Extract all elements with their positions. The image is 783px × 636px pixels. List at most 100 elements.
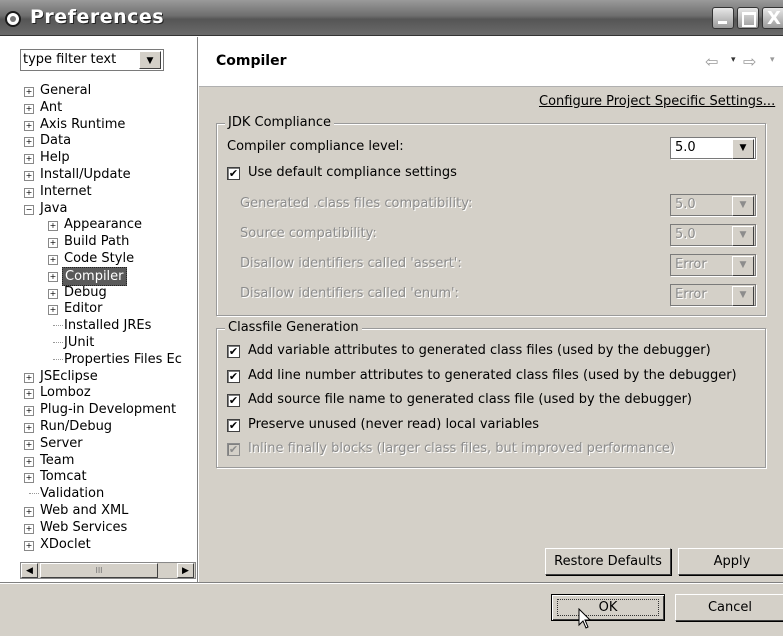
use-default-checkbox[interactable]: ✔ — [227, 167, 240, 180]
restore-defaults-button[interactable]: Restore Defaults — [545, 548, 671, 575]
tree-item-label: Run/Debug — [40, 419, 113, 434]
tree-item-label: Validation — [40, 486, 105, 501]
minimize-button[interactable] — [712, 7, 734, 29]
chevron-down-icon[interactable]: ▼ — [732, 226, 754, 246]
mouse-cursor-icon — [578, 608, 592, 629]
expand-icon[interactable]: + — [48, 238, 58, 248]
apply-button[interactable]: Apply — [678, 548, 783, 575]
jdk-setting-label: Disallow identifiers called 'assert': — [240, 256, 462, 271]
tree-item-label: Web Services — [40, 520, 128, 535]
forward-arrow-icon[interactable]: ⇨ — [743, 52, 756, 71]
classfile-option-checkbox[interactable]: ✔ — [227, 345, 240, 358]
close-icon: X — [767, 8, 781, 29]
classfile-option-label: Add line number attributes to generated … — [248, 368, 737, 383]
configure-project-settings-link[interactable]: Configure Project Specific Settings... — [539, 94, 775, 109]
jdk-setting-label: Source compatibility: — [240, 226, 377, 241]
expand-icon[interactable]: + — [48, 272, 58, 282]
expand-icon[interactable]: + — [24, 188, 34, 198]
tree-connector — [53, 359, 63, 360]
focus-rectangle — [557, 599, 659, 616]
tree-item-label: Editor — [64, 301, 103, 316]
expand-icon[interactable]: + — [24, 389, 34, 399]
tree-item-label: Internet — [40, 184, 92, 199]
tree-item-label: Debug — [64, 285, 107, 300]
expand-icon[interactable]: + — [24, 423, 34, 433]
expand-icon[interactable]: + — [24, 406, 34, 416]
expand-icon[interactable]: + — [24, 473, 34, 483]
back-arrow-icon[interactable]: ⇦ — [705, 52, 718, 71]
jdk-setting-select[interactable]: Error ▼ — [670, 284, 756, 306]
jdk-setting-select[interactable]: Error ▼ — [670, 254, 756, 276]
jdk-setting-select[interactable]: 5.0 ▼ — [670, 194, 756, 216]
tree-item-label: Java — [40, 201, 68, 216]
jdk-setting-value: 5.0 — [675, 227, 696, 242]
app-icon — [5, 11, 21, 27]
compliance-level-value: 5.0 — [675, 140, 696, 155]
expand-icon[interactable]: + — [24, 457, 34, 467]
cancel-button[interactable]: Cancel — [675, 594, 783, 621]
tree-item-label: Web and XML — [40, 503, 129, 518]
jdk-setting-value: Error — [675, 287, 707, 302]
tree-item-label: Lomboz — [40, 385, 91, 400]
expand-icon[interactable]: + — [48, 221, 58, 231]
forward-history-dropdown-icon[interactable]: ▾ — [770, 55, 775, 65]
classfile-option-label: Preserve unused (never read) local varia… — [248, 417, 540, 432]
expand-icon[interactable]: + — [24, 524, 34, 534]
jdk-setting-value: Error — [675, 257, 707, 272]
use-default-label: Use default compliance settings — [248, 165, 457, 180]
expand-icon[interactable]: + — [48, 289, 58, 299]
tree-item-label: Properties Files Ec — [64, 352, 182, 367]
tree-item-label: JSEclipse — [40, 369, 98, 384]
jdk-setting-label: Generated .class files compatibility: — [240, 196, 473, 211]
expand-icon[interactable]: + — [24, 171, 34, 181]
expand-icon[interactable]: + — [24, 541, 34, 551]
classfile-option-checkbox[interactable]: ✔ — [227, 370, 240, 383]
tree-item-label: JUnit — [64, 335, 95, 350]
expand-icon[interactable]: + — [24, 440, 34, 450]
classfile-option-checkbox[interactable]: ✔ — [227, 394, 240, 407]
expand-icon[interactable]: + — [24, 154, 34, 164]
scroll-thumb[interactable]: III — [40, 563, 158, 578]
expand-icon[interactable]: + — [24, 507, 34, 517]
chevron-down-icon[interactable]: ▼ — [732, 196, 754, 216]
scroll-left-icon[interactable]: ◀ — [21, 563, 38, 578]
expand-icon[interactable]: + — [24, 373, 34, 383]
tree-item-label: General — [40, 83, 92, 98]
tree-item-label: Help — [40, 150, 70, 165]
tree-connector — [53, 325, 63, 326]
expand-icon[interactable]: + — [24, 87, 34, 97]
classfile-option-checkbox[interactable]: ✔ — [227, 443, 240, 456]
jdk-setting-select[interactable]: 5.0 ▼ — [670, 224, 756, 246]
expand-icon[interactable]: + — [48, 255, 58, 265]
maximize-button[interactable] — [737, 7, 759, 29]
expand-icon[interactable]: + — [24, 137, 34, 147]
expand-icon[interactable]: + — [48, 305, 58, 315]
expand-icon[interactable]: + — [24, 104, 34, 114]
tree-item-label: Data — [40, 133, 72, 148]
collapse-icon[interactable]: − — [24, 205, 34, 215]
classfile-option-label: Add variable attributes to generated cla… — [248, 343, 711, 358]
window-title: Preferences — [30, 6, 165, 28]
chevron-down-icon[interactable]: ▼ — [732, 139, 754, 159]
tree-item-label: Server — [40, 436, 83, 451]
compliance-level-select[interactable]: 5.0 ▼ — [670, 137, 756, 159]
compliance-level-label: Compiler compliance level: — [227, 139, 404, 154]
tree-item-label: Axis Runtime — [40, 117, 126, 132]
tree-item-label: Plug-in Development — [40, 402, 177, 417]
jdk-compliance-title: JDK Compliance — [225, 115, 335, 130]
chevron-down-icon[interactable]: ▼ — [732, 256, 754, 276]
classfile-option-label: Inline finally blocks (larger class file… — [248, 441, 675, 456]
tree-item-label: Code Style — [64, 251, 135, 266]
close-button[interactable]: X — [762, 7, 783, 29]
classfile-option-checkbox[interactable]: ✔ — [227, 419, 240, 432]
jdk-setting-label: Disallow identifiers called 'enum': — [240, 286, 459, 301]
tree-item-label: Build Path — [64, 234, 130, 249]
scroll-right-icon[interactable]: ▶ — [177, 563, 194, 578]
jdk-setting-value: 5.0 — [675, 197, 696, 212]
chevron-down-icon[interactable]: ▼ — [732, 286, 754, 306]
filter-dropdown-arrow-icon[interactable]: ▼ — [139, 51, 161, 69]
expand-icon[interactable]: + — [24, 121, 34, 131]
tree-item-label: Appearance — [64, 217, 143, 232]
dialog-button-bar — [0, 584, 783, 636]
back-history-dropdown-icon[interactable]: ▾ — [731, 55, 736, 65]
